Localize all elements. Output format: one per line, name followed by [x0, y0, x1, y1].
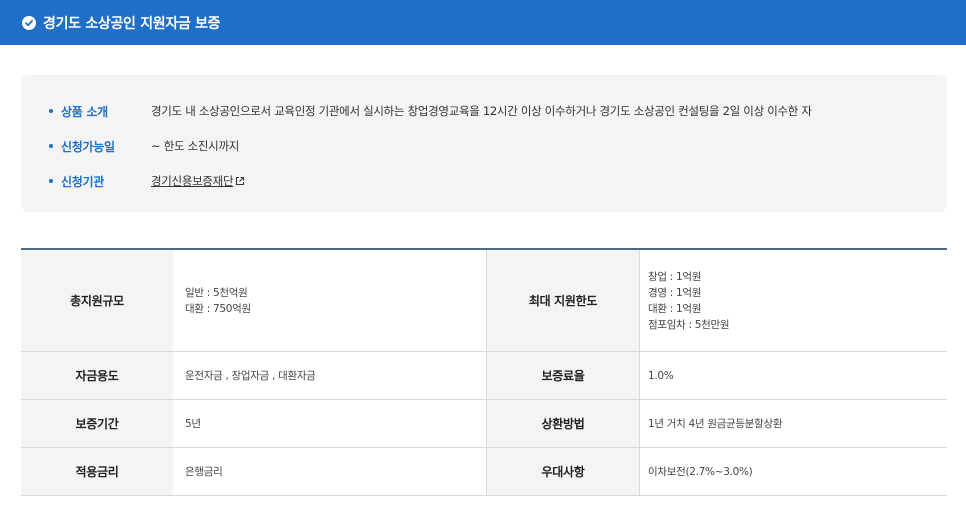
- table-row: 자금용도 운전자금 , 창업자금 , 대환자금 보증료율 1.0%: [21, 351, 947, 400]
- product-info-box: 상품 소개 경기도 내 소상공인으로서 교육인정 기관에서 실시하는 창업경영교…: [21, 75, 947, 212]
- agency-link[interactable]: 경기신용보증재단: [151, 173, 245, 189]
- row-value: 창업 : 1억원 경영 : 1억원 대환 : 1억원 점포임차 : 5천만원: [639, 249, 947, 352]
- value-line: 창업 : 1억원: [648, 270, 702, 283]
- table-row: 총지원규모 일반 : 5천억원 대환 : 750억원 최대 지원한도 창업 : …: [21, 249, 947, 352]
- row-header: 자금용도: [21, 351, 173, 400]
- row-value: 은행금리: [173, 447, 487, 496]
- bullet-icon: [49, 179, 53, 183]
- table-row: 보증기간 5년 상환방법 1년 거치 4년 원금균등분할상환: [21, 399, 947, 448]
- row-header: 상환방법: [486, 399, 640, 448]
- row-value: 1년 거치 4년 원금균등분할상환: [639, 399, 947, 448]
- info-label: 상품 소개: [61, 104, 108, 119]
- value-line: 대환 : 750억원: [185, 302, 251, 315]
- page-header: 경기도 소상공인 지원자금 보증: [0, 0, 966, 45]
- info-row-period: 신청가능일 ~ 한도 소진시까지: [21, 137, 947, 155]
- row-value: 5년: [173, 399, 487, 448]
- table-row: 적용금리 은행금리 우대사항 이차보전(2.7%~3.0%): [21, 447, 947, 496]
- bullet-icon: [49, 109, 53, 113]
- row-value: 일반 : 5천억원 대환 : 750억원: [173, 249, 487, 352]
- row-value: 운전자금 , 창업자금 , 대환자금: [173, 351, 487, 400]
- info-row-agency: 신청기관 경기신용보증재단: [21, 172, 947, 190]
- info-value: ~ 한도 소진시까지: [151, 139, 240, 153]
- value-line: 대환 : 1억원: [648, 302, 702, 315]
- row-header: 보증료율: [486, 351, 640, 400]
- row-header: 총지원규모: [21, 249, 173, 352]
- info-value: 경기도 내 소상공인으로서 교육인정 기관에서 실시하는 창업경영교육을 12시…: [151, 104, 812, 118]
- bullet-icon: [49, 144, 53, 148]
- info-label: 신청기관: [61, 174, 104, 189]
- info-row-intro: 상품 소개 경기도 내 소상공인으로서 교육인정 기관에서 실시하는 창업경영교…: [21, 102, 947, 120]
- row-header: 최대 지원한도: [486, 249, 640, 352]
- row-header: 우대사항: [486, 447, 640, 496]
- check-circle-icon: [22, 15, 36, 30]
- row-header: 보증기간: [21, 399, 173, 448]
- value-line: 일반 : 5천억원: [185, 286, 248, 299]
- external-link-icon: [235, 175, 245, 189]
- row-header: 적용금리: [21, 447, 173, 496]
- spec-table: 총지원규모 일반 : 5천억원 대환 : 750억원 최대 지원한도 창업 : …: [21, 248, 947, 496]
- value-line: 점포임차 : 5천만원: [648, 318, 730, 331]
- agency-link-text: 경기신용보증재단: [151, 174, 234, 188]
- page-title: 경기도 소상공인 지원자금 보증: [43, 15, 221, 32]
- value-line: 경영 : 1억원: [648, 286, 702, 299]
- row-value: 1.0%: [639, 351, 947, 400]
- row-value: 이차보전(2.7%~3.0%): [639, 447, 947, 496]
- info-label: 신청가능일: [61, 139, 115, 154]
